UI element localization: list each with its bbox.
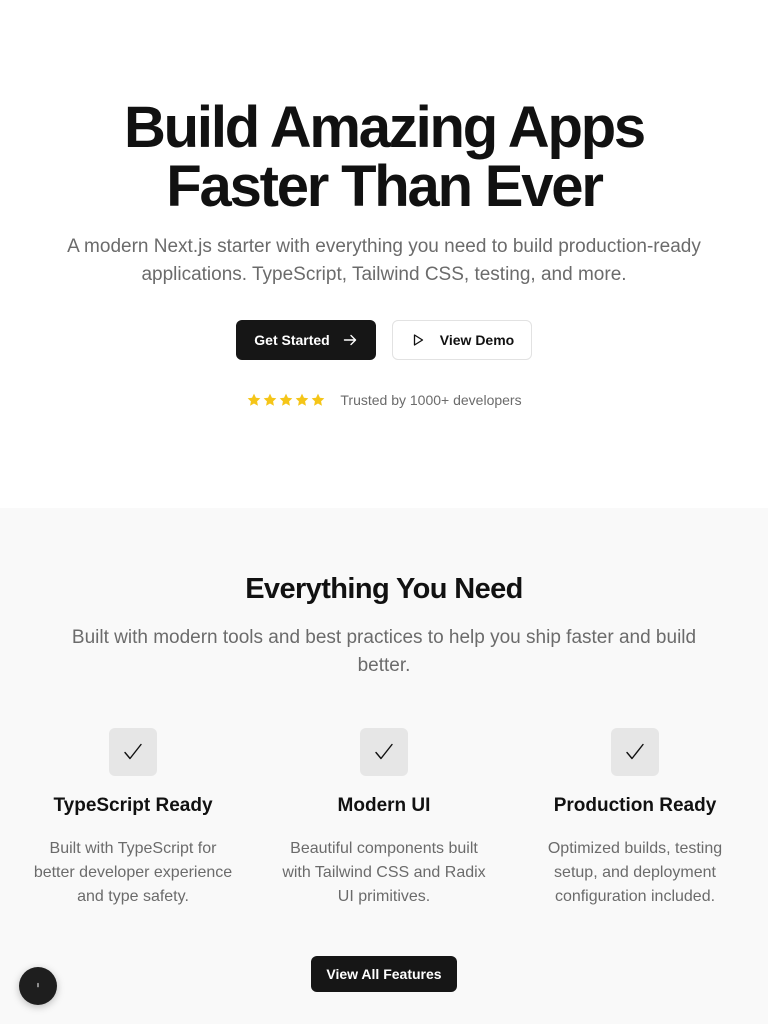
features-section: Everything You Need Built with modern to… [0, 508, 768, 1024]
arrow-right-icon [342, 332, 358, 348]
hero-title-line-1: Build Amazing Apps [124, 95, 646, 160]
feature-card-modern-ui: Modern UI Beautiful components built wit… [259, 728, 509, 909]
features-title: Everything You Need [245, 573, 523, 605]
star-icon [310, 392, 326, 408]
star-icon [262, 392, 278, 408]
check-icon [611, 728, 659, 776]
feature-card-production: Production Ready Optimized builds, testi… [510, 728, 760, 909]
comma-icon [33, 977, 43, 995]
check-icon [109, 728, 157, 776]
view-all-features-button[interactable]: View All Features [311, 956, 457, 992]
hero-title-line-2: Faster Than Ever [166, 154, 604, 219]
play-icon [410, 332, 426, 348]
floating-action-button[interactable] [19, 967, 57, 1005]
hero-subtitle-line-2: applications. TypeScript, Tailwind CSS, … [141, 264, 627, 285]
hero-title: Build Amazing Apps Faster Than Ever [0, 98, 768, 216]
view-demo-button[interactable]: View Demo [392, 320, 532, 360]
feature-description: Optimized builds, testing setup, and dep… [547, 840, 723, 905]
hero-section: Build Amazing Apps Faster Than Ever A mo… [0, 0, 768, 508]
features-subtitle: Built with modern tools and best practic… [40, 624, 728, 680]
feature-title: Production Ready [553, 795, 717, 816]
star-icon [246, 392, 262, 408]
hero-subtitle-line-1: A modern Next.js starter with everything… [67, 236, 701, 257]
feature-title: Modern UI [337, 795, 431, 816]
features-subtitle-line-2: better. [357, 655, 411, 676]
check-icon [360, 728, 408, 776]
view-demo-label: View Demo [439, 332, 515, 348]
get-started-button[interactable]: Get Started [236, 320, 376, 360]
star-icon [294, 392, 310, 408]
features-subtitle-line-1: Built with modern tools and best practic… [71, 627, 697, 648]
feature-description: Built with TypeScript for better develop… [33, 840, 233, 905]
star-rating [246, 392, 326, 408]
trust-text: Trusted by 1000+ developers [340, 392, 522, 408]
feature-description: Beautiful components built with Tailwind… [282, 840, 486, 905]
trust-row: Trusted by 1000+ developers [0, 392, 768, 408]
get-started-label: Get Started [254, 332, 330, 348]
feature-card-typescript: TypeScript Ready Built with TypeScript f… [8, 728, 258, 909]
hero-subtitle: A modern Next.js starter with everything… [40, 233, 728, 289]
view-all-features-label: View All Features [326, 966, 442, 982]
feature-title: TypeScript Ready [53, 795, 213, 816]
star-icon [278, 392, 294, 408]
